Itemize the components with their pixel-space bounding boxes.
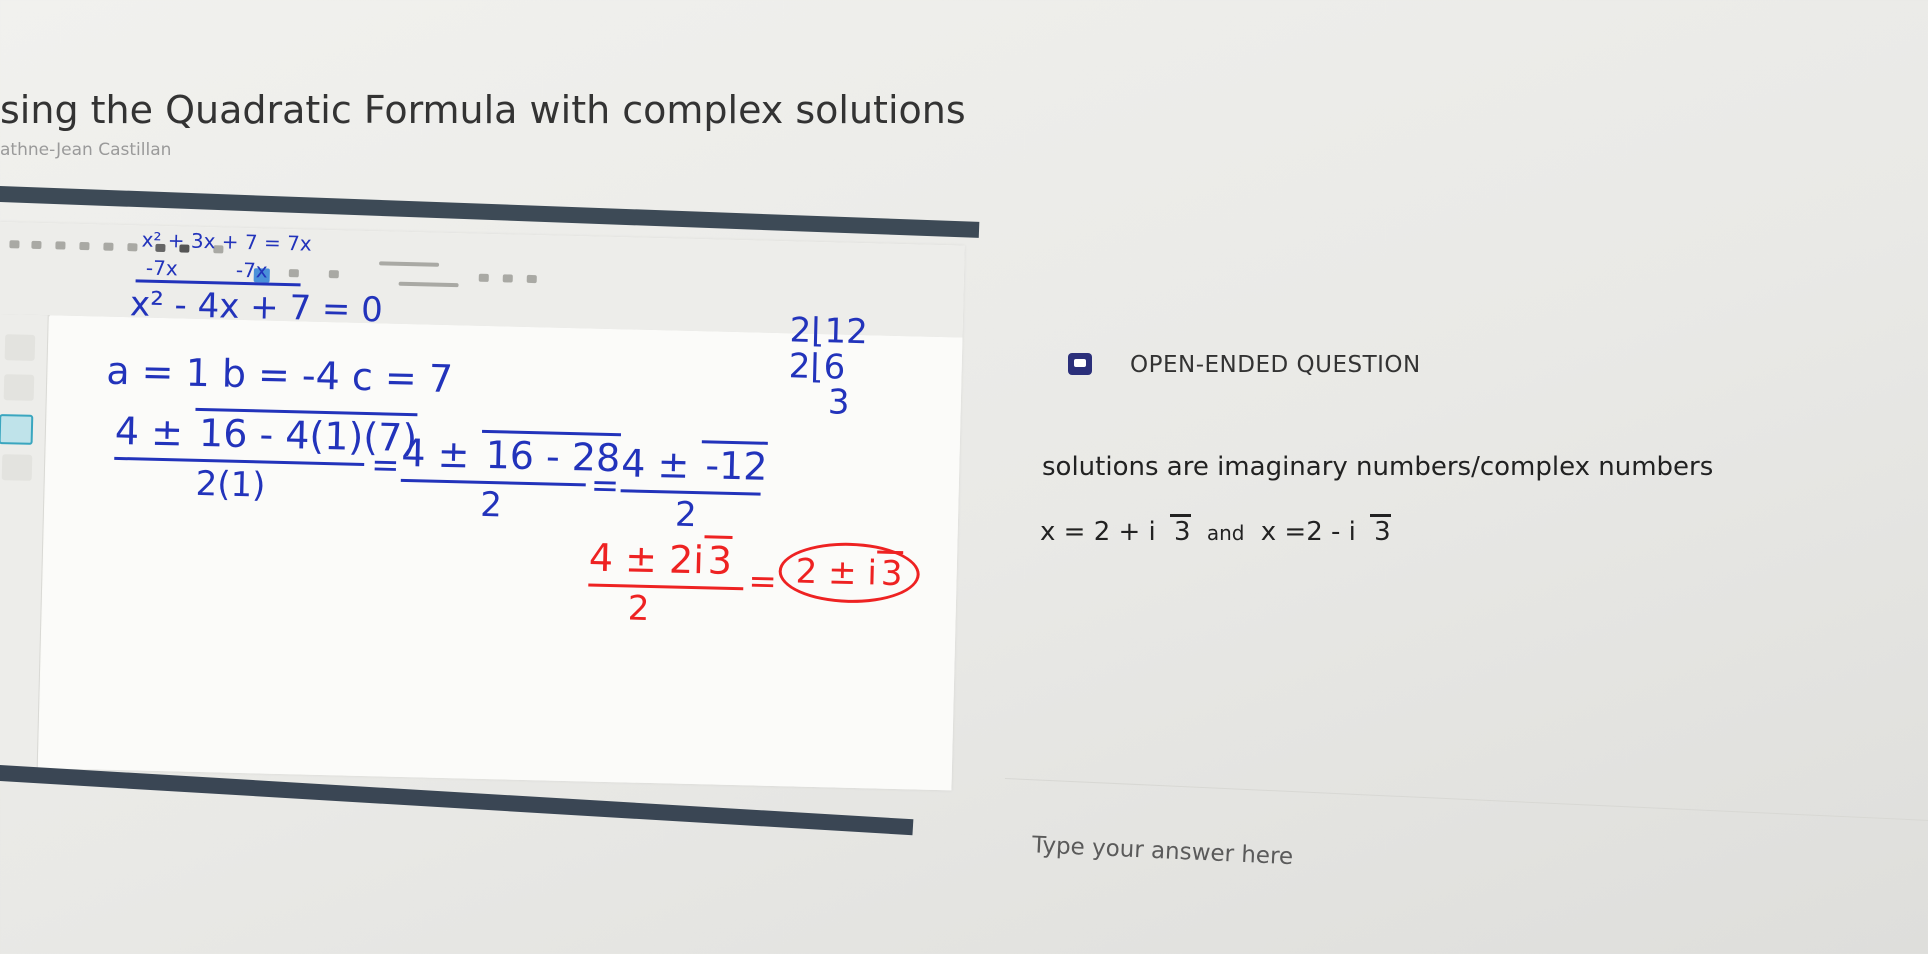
simplify-denominator: 2 xyxy=(627,588,650,629)
formula-step3-numerator: 4 ± -12 xyxy=(620,440,769,489)
stroke-width-icon[interactable] xyxy=(328,270,339,279)
page-thumbnail[interactable] xyxy=(0,414,34,445)
simplify-numerator: 4 ± 2i3 xyxy=(588,535,733,583)
solution-conjunction: and xyxy=(1206,521,1245,545)
factor-tree: 2⌊12 2⌊6 3 xyxy=(787,310,869,424)
formula-step3-radicand: -12 xyxy=(700,440,769,489)
solution-2-root: 3 xyxy=(1370,514,1391,547)
equals-sign: = xyxy=(370,445,401,486)
equals-sign: = xyxy=(747,561,778,603)
shape-icon[interactable] xyxy=(127,243,138,252)
factor-row: 2⌊12 xyxy=(789,310,869,353)
whiteboard-panel: x² + 3x + 7 = 7x -7x -7x x² - 4x + 7 = 0… xyxy=(0,222,965,791)
handwritten-coefficients: a = 1 b = -4 c = 7 xyxy=(105,348,454,402)
solution-1-root: 3 xyxy=(1170,514,1191,547)
formula-step2-denominator: 2 xyxy=(479,484,503,526)
equals-sign: = xyxy=(590,465,620,507)
formula-step3-denominator: 2 xyxy=(674,494,698,536)
eraser-icon[interactable] xyxy=(103,242,114,251)
factor-row: 3 xyxy=(827,382,850,424)
formula-step2-num-a: 4 ± xyxy=(400,430,483,477)
formula-step3-num-a: 4 ± xyxy=(620,441,702,488)
formula-step2-numerator: 4 ± 16 - 28 xyxy=(400,429,621,481)
redo-icon[interactable] xyxy=(31,240,42,250)
align-icon[interactable] xyxy=(478,273,489,282)
line-tool-icon[interactable] xyxy=(288,269,299,278)
question-prompt: solutions are imaginary numbers/complex … xyxy=(1042,452,1714,482)
factor-row: 2⌊6 xyxy=(788,346,846,388)
undo-icon[interactable] xyxy=(9,240,20,249)
simplify-num-a: 4 ± 2i xyxy=(588,535,705,583)
formula-step1-num-a: 4 ± xyxy=(114,408,196,455)
stroke-style-icon[interactable] xyxy=(379,261,440,267)
handwritten-subtract-right: -7x xyxy=(235,257,268,283)
page-thumbnail[interactable] xyxy=(1,454,33,481)
answer-input[interactable] xyxy=(1000,778,1928,912)
solution-2: x =2 - i xyxy=(1260,517,1356,547)
highlighter-icon[interactable] xyxy=(79,241,90,251)
final-answer-radicand: 3 xyxy=(876,550,904,595)
simplify-radicand: 3 xyxy=(703,535,733,583)
final-answer-a: 2 ± i xyxy=(795,551,878,594)
stroke-style-icon[interactable] xyxy=(398,281,459,288)
page-thumbnail[interactable] xyxy=(4,334,36,361)
page-thumbnail[interactable] xyxy=(3,374,35,401)
simplify-bar xyxy=(588,583,744,591)
final-answer-circled: 2 ± i3 xyxy=(777,541,921,605)
handwritten-equation: x² + 3x + 7 = 7x xyxy=(141,227,312,256)
question-type-icon xyxy=(1068,353,1092,375)
grid-icon[interactable] xyxy=(526,274,537,284)
align-icon[interactable] xyxy=(502,274,513,283)
drawing-canvas[interactable]: x² + 3x + 7 = 7x -7x -7x x² - 4x + 7 = 0… xyxy=(38,227,963,791)
handwritten-subtract-left: -7x xyxy=(145,255,178,281)
question-type-label: OPEN-ENDED QUESTION xyxy=(1130,352,1421,378)
pen-icon[interactable] xyxy=(55,241,66,250)
question-solutions: x = 2 + i 3 and x =2 - i 3 xyxy=(1040,514,1391,547)
solution-1: x = 2 + i xyxy=(1040,517,1156,547)
formula-step1-denominator: 2(1) xyxy=(195,463,266,506)
author-byline: athne-Jean Castillan xyxy=(0,140,172,160)
handwritten-equation: x² - 4x + 7 = 0 xyxy=(129,284,384,331)
page-title: sing the Quadratic Formula with complex … xyxy=(0,88,966,132)
